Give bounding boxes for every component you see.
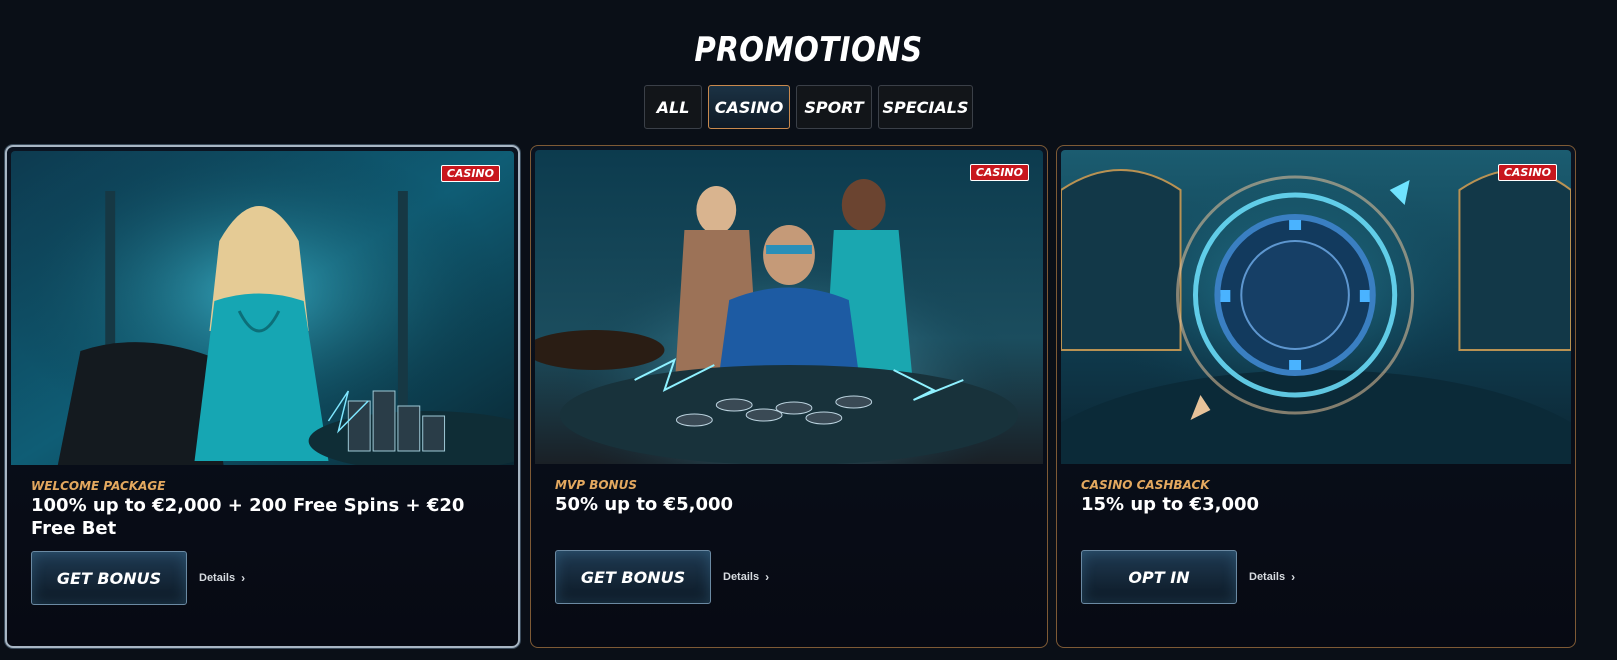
promo-image: CASINO (1061, 150, 1571, 464)
promo-offer: 50% up to €5,000 (555, 494, 734, 515)
details-link[interactable]: Details › (723, 570, 769, 584)
promo-offer: 15% up to €3,000 (1081, 494, 1260, 515)
details-label: Details (1249, 571, 1286, 583)
details-label: Details (723, 571, 760, 583)
category-badge: CASINO (440, 165, 500, 182)
chevron-right-icon: › (765, 570, 770, 584)
get-bonus-button[interactable]: GET BONUS (555, 550, 711, 604)
get-bonus-button[interactable]: GET BONUS (31, 551, 187, 605)
details-link[interactable]: Details › (199, 571, 245, 585)
category-badge: CASINO (1497, 164, 1557, 181)
promo-offer: 100% up to €2,000 + 200 Free Spins + €20… (31, 495, 465, 539)
promo-image: CASINO (11, 151, 514, 465)
promo-card-cashback: CASINO CASINO CASHBACK 15% up to €3,000 … (1056, 145, 1576, 648)
chevron-right-icon: › (241, 571, 246, 585)
chevron-right-icon: › (1291, 570, 1296, 584)
page-title: PROMOTIONS (694, 30, 923, 70)
promo-kicker: CASINO CASHBACK (1081, 478, 1210, 492)
opt-in-button[interactable]: OPT IN (1081, 550, 1237, 604)
tab-casino[interactable]: CASINO (708, 85, 790, 129)
details-label: Details (199, 572, 236, 584)
promo-kicker: MVP BONUS (555, 478, 637, 492)
category-badge: CASINO (969, 164, 1029, 181)
promotion-tabs: ALL CASINO SPORT SPECIALS (0, 85, 1617, 129)
tab-all[interactable]: ALL (644, 85, 702, 129)
promo-card-mvp: CASINO MVP BONUS 50% up to €5,000 GET BO… (530, 145, 1048, 648)
tab-sport[interactable]: SPORT (796, 85, 872, 129)
promo-image: CASINO (535, 150, 1043, 464)
tab-specials[interactable]: SPECIALS (878, 85, 973, 129)
promo-card-welcome: CASINO WELCOME PACKAGE 100% up to €2,000… (5, 145, 520, 648)
details-link[interactable]: Details › (1249, 570, 1295, 584)
promo-kicker: WELCOME PACKAGE (31, 479, 166, 493)
